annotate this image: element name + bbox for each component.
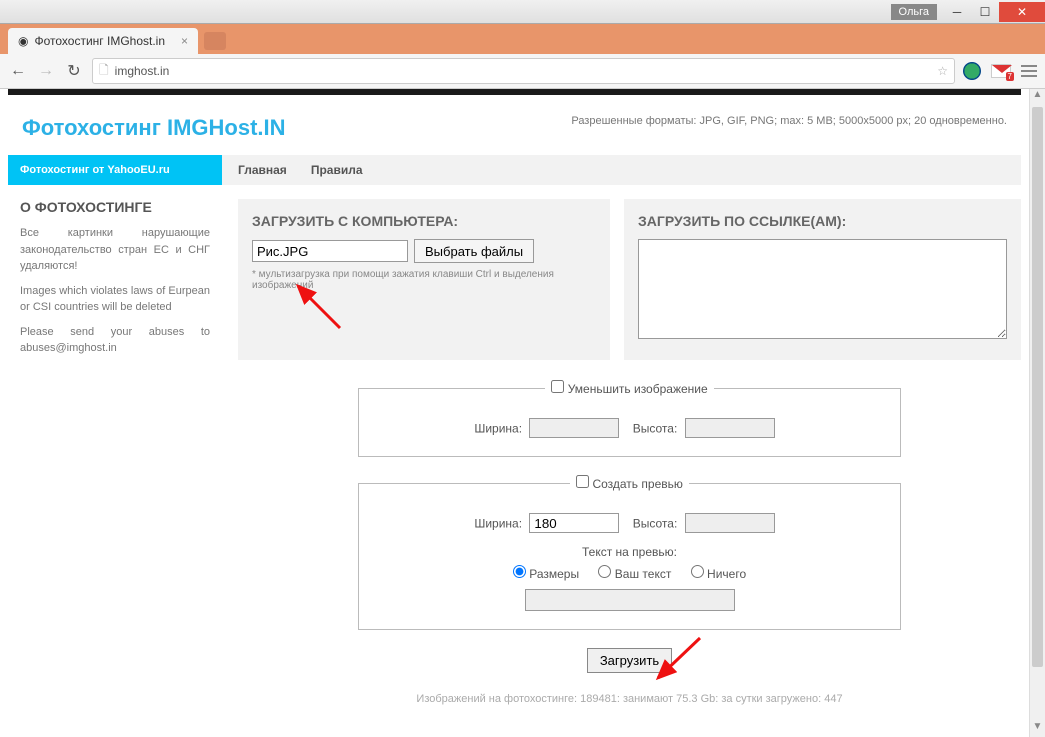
file-name-input[interactable] (252, 240, 408, 262)
preview-fieldset: Создать превью Ширина: Высота: Текст на … (358, 475, 901, 630)
preview-radio-none[interactable] (691, 565, 704, 578)
address-bar[interactable]: 🗋 imghost.in ☆ (92, 58, 955, 84)
vertical-scrollbar[interactable]: ▲ ▼ (1029, 89, 1045, 737)
page-viewport: Фотохостинг IMGHost.IN Разрешенные форма… (0, 89, 1029, 737)
browser-toolbar: ← → ↻ 🗋 imghost.in ☆ 7 (0, 54, 1045, 89)
back-button[interactable]: ← (8, 61, 28, 81)
sidebar-header: Фотохостинг от YahooEU.ru (8, 155, 222, 185)
resize-fieldset: Уменьшить изображение Ширина: Высота: (358, 380, 901, 457)
upload-pc-title: ЗАГРУЗИТЬ С КОМПЬЮТЕРА: (252, 213, 596, 229)
window-titlebar: Ольга ─ ☐ ✕ (0, 0, 1045, 24)
multi-upload-hint: * мультизагрузка при помощи зажатия клав… (252, 269, 596, 291)
nav-home-link[interactable]: Главная (238, 163, 287, 177)
resize-width-label: Ширина: (474, 422, 522, 436)
scroll-thumb[interactable] (1032, 107, 1043, 667)
content-area: ЗАГРУЗИТЬ С КОМПЬЮТЕРА: Выбрать файлы * … (222, 185, 1021, 713)
sidebar-p1: Все картинки нарушающие законодательство… (20, 225, 210, 275)
allowed-formats-text: Разрешенные форматы: JPG, GIF, PNG; max:… (571, 115, 1007, 127)
scroll-down-icon[interactable]: ▼ (1030, 721, 1045, 737)
window-minimize-button[interactable]: ─ (943, 2, 971, 22)
upload-from-pc-box: ЗАГРУЗИТЬ С КОМПЬЮТЕРА: Выбрать файлы * … (238, 199, 610, 360)
resize-checkbox[interactable] (551, 380, 564, 393)
new-tab-button[interactable] (204, 32, 226, 50)
window-maximize-button[interactable]: ☐ (971, 2, 999, 22)
preview-width-label: Ширина: (474, 517, 522, 531)
window-close-button[interactable]: ✕ (999, 2, 1045, 22)
resize-height-label: Высота: (633, 422, 678, 436)
camera-icon: ◉ (18, 34, 28, 48)
preview-text-label: Текст на превью: (379, 545, 880, 559)
sidebar: О ФОТОХОСТИНГЕ Все картинки нарушающие з… (8, 185, 222, 713)
tab-close-icon[interactable]: × (181, 34, 188, 48)
gmail-badge: 7 (1006, 72, 1014, 81)
preview-legend: Создать превью (592, 477, 682, 491)
bookmark-star-icon[interactable]: ☆ (937, 64, 948, 78)
scroll-up-icon[interactable]: ▲ (1030, 89, 1045, 105)
upload-by-url-box: ЗАГРУЗИТЬ ПО ССЫЛКЕ(АМ): (624, 199, 1021, 360)
preview-checkbox[interactable] (576, 475, 589, 488)
forward-button[interactable]: → (36, 61, 56, 81)
footer-stats: Изображений на фотохостинге: 189481: зан… (238, 685, 1021, 713)
globe-icon[interactable] (963, 62, 981, 80)
preview-radio-custom[interactable] (598, 565, 611, 578)
menu-icon[interactable] (1021, 65, 1037, 77)
preview-width-input[interactable] (529, 513, 619, 533)
sidebar-p3: Please send your abuses to abuses@imghos… (20, 324, 210, 357)
gmail-icon[interactable]: 7 (991, 64, 1011, 78)
url-textarea[interactable] (638, 239, 1007, 339)
sidebar-title: О ФОТОХОСТИНГЕ (20, 199, 210, 215)
preview-height-input[interactable] (685, 513, 775, 533)
preview-height-label: Высота: (633, 517, 678, 531)
upload-submit-button[interactable]: Загрузить (587, 648, 672, 673)
window-user-badge[interactable]: Ольга (891, 4, 937, 20)
sidebar-p2: Images which violates laws of Eurpean or… (20, 283, 210, 316)
choose-files-button[interactable]: Выбрать файлы (414, 239, 534, 263)
resize-height-input[interactable] (685, 418, 775, 438)
reload-button[interactable]: ↻ (64, 61, 84, 81)
nav-rules-link[interactable]: Правила (311, 163, 363, 177)
browser-tab-strip: ◉ Фотохостинг IMGhost.in × (0, 24, 1045, 54)
page-icon: 🗋 (99, 61, 109, 82)
top-nav: Главная Правила (222, 155, 1021, 185)
site-title[interactable]: Фотохостинг IMGHost.IN (22, 115, 286, 141)
upload-url-title: ЗАГРУЗИТЬ ПО ССЫЛКЕ(АМ): (638, 213, 1007, 229)
url-text: imghost.in (115, 64, 170, 78)
browser-tab[interactable]: ◉ Фотохостинг IMGhost.in × (8, 28, 198, 54)
resize-legend: Уменьшить изображение (568, 382, 708, 396)
resize-width-input[interactable] (529, 418, 619, 438)
preview-radio-dims[interactable] (513, 565, 526, 578)
preview-text-input[interactable] (525, 589, 735, 611)
tab-title: Фотохостинг IMGhost.in (34, 34, 165, 48)
